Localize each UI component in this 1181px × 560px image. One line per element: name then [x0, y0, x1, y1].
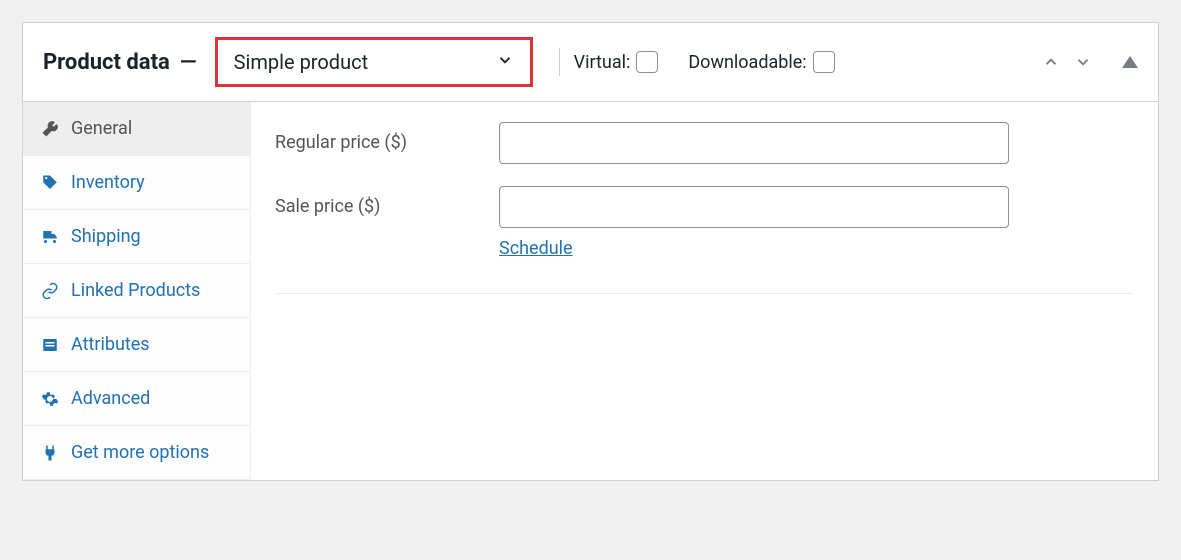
wrench-icon [41, 120, 59, 138]
product-data-panel: Product data — Simple product Virtual: D… [22, 22, 1159, 481]
link-icon [41, 282, 59, 300]
tab-get-more-options[interactable]: Get more options [23, 426, 250, 480]
panel-title: Product data [43, 50, 170, 75]
virtual-label: Virtual: [574, 52, 631, 73]
sidebar-item-label: Inventory [71, 172, 145, 193]
plug-icon [41, 444, 59, 462]
virtual-checkbox[interactable] [636, 51, 658, 73]
content-divider [275, 293, 1134, 294]
regular-price-label: Regular price ($) [275, 122, 499, 153]
tag-icon [41, 174, 59, 192]
tab-advanced[interactable]: Advanced [23, 372, 250, 426]
sidebar-item-label: Get more options [71, 442, 209, 463]
virtual-group: Virtual: [574, 51, 659, 73]
header-divider [559, 48, 560, 76]
list-icon [41, 336, 59, 354]
panel-body: General Inventory Shipping Linked Produc… [23, 102, 1158, 480]
regular-price-input[interactable] [499, 122, 1009, 164]
tab-linked-products[interactable]: Linked Products [23, 264, 250, 318]
toggle-panel-icon[interactable] [1122, 56, 1138, 68]
sidebar-item-label: Attributes [71, 334, 150, 355]
sidebar-item-label: General [71, 118, 132, 139]
tab-general[interactable]: General [23, 102, 250, 156]
sidebar-item-label: Shipping [71, 226, 141, 247]
product-type-value: Simple product [234, 50, 368, 74]
title-separator: — [180, 50, 197, 75]
panel-header: Product data — Simple product Virtual: D… [23, 23, 1158, 102]
sidebar-item-label: Advanced [71, 388, 150, 409]
general-tab-content: Regular price ($) Sale price ($) Schedul… [251, 102, 1158, 480]
regular-price-row: Regular price ($) [275, 122, 1134, 164]
sidebar-item-label: Linked Products [71, 280, 200, 301]
product-data-tabs: General Inventory Shipping Linked Produc… [23, 102, 251, 480]
sale-price-row: Sale price ($) Schedule [275, 186, 1134, 259]
panel-order-controls [1040, 51, 1138, 73]
move-down-icon[interactable] [1072, 51, 1094, 73]
move-up-icon[interactable] [1040, 51, 1062, 73]
tab-shipping[interactable]: Shipping [23, 210, 250, 264]
product-type-select[interactable]: Simple product [215, 37, 533, 87]
sale-price-label: Sale price ($) [275, 186, 499, 217]
gear-icon [41, 390, 59, 408]
tab-attributes[interactable]: Attributes [23, 318, 250, 372]
truck-icon [41, 228, 59, 246]
tab-inventory[interactable]: Inventory [23, 156, 250, 210]
schedule-link[interactable]: Schedule [499, 238, 573, 259]
downloadable-group: Downloadable: [688, 51, 834, 73]
downloadable-checkbox[interactable] [813, 51, 835, 73]
sale-price-input[interactable] [499, 186, 1009, 228]
chevron-down-icon [496, 50, 514, 74]
downloadable-label: Downloadable: [688, 52, 806, 73]
